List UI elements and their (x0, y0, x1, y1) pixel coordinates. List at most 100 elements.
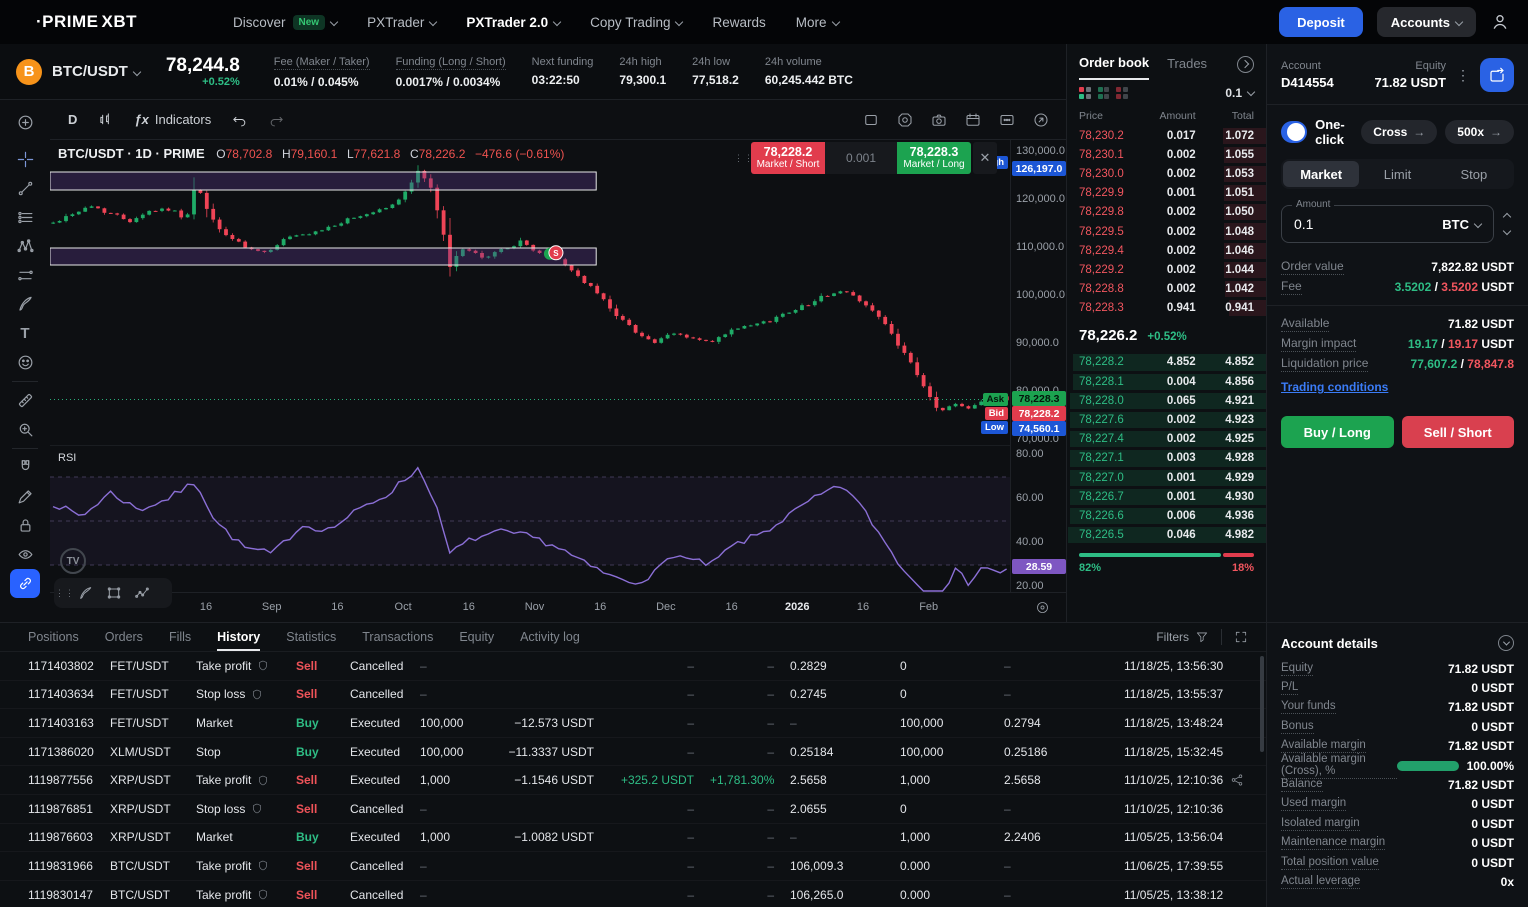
market-short-button[interactable]: 78,228.2 Market / Short (751, 142, 825, 174)
orderbook-ask-row[interactable]: 78,229.2 0.002 1.044 (1067, 260, 1266, 279)
more-options-icon[interactable] (998, 111, 1016, 129)
history-row[interactable]: 1119830147BTC/USDTTake profitSellCancell… (0, 881, 1266, 907)
history-row[interactable]: 1171403163FET/USDTMarketBuyExecuted100,0… (0, 709, 1266, 738)
chart-style-button[interactable] (89, 107, 122, 132)
nav-item-more[interactable]: More (796, 15, 839, 30)
timezone-settings-icon[interactable] (1035, 600, 1050, 615)
orderbook-bid-row[interactable]: 78,228.2 4.852 4.852 (1067, 353, 1266, 372)
orderbook-ask-row[interactable]: 78,229.4 0.002 1.046 (1067, 241, 1266, 260)
history-row[interactable]: 1119831966BTC/USDTTake profitSellCancell… (0, 852, 1266, 881)
zoom-in-icon[interactable] (10, 415, 40, 444)
history-row[interactable]: 1119876603XRP/USDTMarketBuyExecuted1,000… (0, 824, 1266, 853)
tab-fills[interactable]: Fills (169, 623, 191, 651)
tab-orders[interactable]: Orders (105, 623, 143, 651)
orderbook-bid-row[interactable]: 78,228.1 0.004 4.856 (1067, 372, 1266, 391)
nav-item-copy-trading[interactable]: Copy Trading (590, 15, 682, 30)
interval-button[interactable]: D (60, 108, 85, 131)
close-icon[interactable]: ✕ (973, 142, 997, 174)
orderbook-ask-row[interactable]: 78,230.2 0.017 1.072 (1067, 126, 1266, 145)
hide-drawings-icon[interactable] (10, 540, 40, 569)
lock-icon[interactable] (10, 511, 40, 540)
pen-tool-icon[interactable] (74, 581, 98, 605)
undo-button[interactable] (223, 107, 256, 132)
orderbook-ask-row[interactable]: 78,228.8 0.002 1.042 (1067, 280, 1266, 299)
symbol-selector[interactable]: BTC/USDT (52, 63, 140, 80)
orderbook-bid-row[interactable]: 78,227.6 0.002 4.923 (1067, 410, 1266, 429)
orderbook-ask-row[interactable]: 78,229.9 0.001 1.051 (1067, 184, 1266, 203)
orderbook-bid-row[interactable]: 78,228.0 0.065 4.921 (1067, 391, 1266, 410)
drag-handle-icon[interactable]: ⋮⋮ (737, 142, 751, 174)
crosshair-icon[interactable] (10, 145, 40, 174)
scrollbar-thumb[interactable] (1260, 656, 1264, 752)
orderbook-bid-row[interactable]: 78,227.0 0.001 4.929 (1067, 468, 1266, 487)
drag-handle-icon[interactable]: ⋮⋮ (60, 588, 70, 599)
xabcd-pattern-icon[interactable] (10, 232, 40, 261)
history-row[interactable]: 1119876851XRP/USDTStop lossSellCancelled… (0, 795, 1266, 824)
tradingview-logo[interactable]: TV (60, 548, 86, 574)
leverage-button[interactable]: 500x→ (1445, 120, 1514, 144)
share-icon[interactable] (1230, 773, 1266, 787)
sell-short-button[interactable]: Sell / Short (1402, 416, 1515, 448)
user-profile-icon[interactable] (1490, 12, 1510, 32)
ob-bids-view-icon[interactable] (1098, 87, 1110, 99)
ob-asks-view-icon[interactable] (1116, 87, 1128, 99)
link-tool-icon[interactable] (10, 569, 40, 598)
deposit-button[interactable]: Deposit (1279, 7, 1363, 37)
tab-equity[interactable]: Equity (459, 623, 494, 651)
drawing-lock-icon[interactable] (10, 482, 40, 511)
order-qty-box[interactable]: 0.001 (825, 142, 897, 174)
orderbook-ask-row[interactable]: 78,229.5 0.002 1.048 (1067, 222, 1266, 241)
emoji-icon[interactable] (10, 348, 40, 377)
candlestick-pane[interactable]: BTC/USDT · 1D · PRIME O78,702.8 H79,160.… (50, 140, 1010, 445)
rsi-label[interactable]: RSI (58, 452, 76, 464)
history-row[interactable]: 1171386020XLM/USDTStopBuyExecuted100,000… (0, 738, 1266, 767)
stepper-up-icon[interactable] (1503, 213, 1511, 221)
tab-activity-log[interactable]: Activity log (520, 623, 580, 651)
stepper-down-icon[interactable] (1503, 227, 1511, 235)
nav-item-pxtrader[interactable]: PXTrader (367, 15, 436, 30)
brush-icon[interactable] (10, 290, 40, 319)
orderbook-ask-row[interactable]: 78,230.0 0.002 1.053 (1067, 164, 1266, 183)
time-axis[interactable]: 16Sep16Oct16Nov16Dec16202616Feb (50, 592, 1066, 622)
alert-icon[interactable] (896, 111, 914, 129)
market-long-button[interactable]: 78,228.3 Market / Long (897, 142, 971, 174)
nav-item-pxtrader-2-0[interactable]: PXTrader 2.0 (466, 15, 560, 30)
trading-conditions-link[interactable]: Trading conditions (1281, 380, 1388, 394)
redo-button[interactable] (260, 107, 293, 132)
transfer-funds-button[interactable] (1480, 58, 1514, 92)
orderbook-ask-row[interactable]: 78,229.8 0.002 1.050 (1067, 203, 1266, 222)
filters-button[interactable]: Filters (1156, 630, 1209, 644)
orderbook-bid-row[interactable]: 78,226.7 0.001 4.930 (1067, 487, 1266, 506)
text-icon[interactable]: T (10, 319, 40, 348)
history-row[interactable]: 1171403634FET/USDTStop lossSellCancelled… (0, 681, 1266, 710)
polyline-tool-icon[interactable] (130, 581, 154, 605)
orderbook-bid-row[interactable]: 78,226.6 0.006 4.936 (1067, 506, 1266, 525)
publish-icon[interactable] (1032, 111, 1050, 129)
camera-icon[interactable] (930, 111, 948, 129)
tab-statistics[interactable]: Statistics (286, 623, 336, 651)
tab-transactions[interactable]: Transactions (362, 623, 433, 651)
ruler-icon[interactable] (10, 386, 40, 415)
amount-value[interactable]: 0.1 (1294, 216, 1442, 232)
one-click-toggle[interactable] (1281, 121, 1307, 143)
magnet-icon[interactable] (10, 453, 40, 482)
primexbt-logo[interactable]: ·PRIMEXBT (36, 12, 137, 32)
order-type-tab-stop[interactable]: Stop (1436, 161, 1512, 187)
tab-history[interactable]: History (217, 623, 260, 651)
tab-trades[interactable]: Trades (1167, 56, 1207, 79)
orderbook-bid-row[interactable]: 78,227.4 0.002 4.925 (1067, 430, 1266, 449)
orderbook-ask-row[interactable]: 78,228.3 0.941 0.941 (1067, 299, 1266, 318)
collapse-panel-icon[interactable] (1237, 56, 1254, 73)
buy-long-button[interactable]: Buy / Long (1281, 416, 1394, 448)
indicators-button[interactable]: ƒxIndicators (126, 108, 219, 131)
orderbook-bid-row[interactable]: 78,227.1 0.003 4.928 (1067, 449, 1266, 468)
nav-item-rewards[interactable]: Rewards (712, 15, 765, 30)
tab-order-book[interactable]: Order book (1079, 55, 1149, 80)
history-row[interactable]: 1171403802FET/USDTTake profitSellCancell… (0, 652, 1266, 681)
nav-item-discover[interactable]: DiscoverNew (233, 15, 337, 30)
tab-positions[interactable]: Positions (28, 623, 79, 651)
amount-field[interactable]: Amount 0.1 BTC (1281, 205, 1494, 243)
currency-dropdown[interactable]: BTC (1442, 217, 1481, 232)
rsi-pane[interactable]: RSI (50, 445, 1010, 592)
ob-combined-view-icon[interactable] (1079, 87, 1091, 99)
